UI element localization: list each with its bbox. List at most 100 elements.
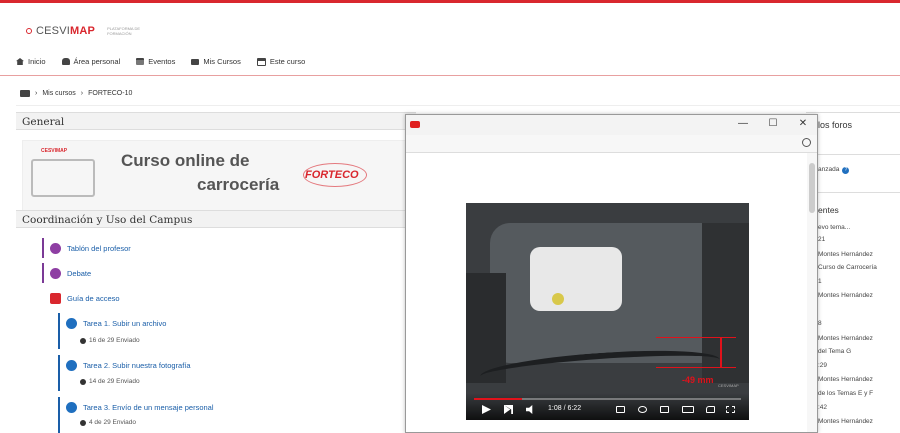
car-icon bbox=[61, 58, 70, 65]
maximize-button[interactable]: ☐ bbox=[766, 118, 780, 129]
info-icon bbox=[80, 378, 86, 385]
theater-mode-icon[interactable] bbox=[682, 406, 694, 413]
nav-item-eventos[interactable]: Eventos bbox=[136, 57, 175, 66]
activity-indent-bar bbox=[58, 313, 60, 349]
recent-entry: 1 bbox=[818, 278, 822, 285]
nav-item-inicio[interactable]: Inicio bbox=[16, 57, 46, 66]
minimize-button[interactable]: — bbox=[736, 118, 750, 129]
recent-entry: Montes Hernández bbox=[818, 335, 873, 342]
breadcrumb-course[interactable]: FORTECO-10 bbox=[88, 90, 132, 97]
nav-item-este-curso[interactable]: Este curso bbox=[256, 57, 306, 66]
folder-icon[interactable] bbox=[20, 90, 30, 97]
recent-entry: Montes Hernández bbox=[818, 251, 873, 258]
activity-link[interactable]: Tarea 2. Subir nuestra fotografía bbox=[83, 361, 191, 370]
popup-titlebar[interactable]: — ☐ ✕ bbox=[406, 115, 817, 135]
settings-icon[interactable] bbox=[638, 406, 647, 413]
recent-entry: :29 bbox=[818, 362, 828, 369]
banner-logo-frame bbox=[31, 159, 95, 197]
activity-debate[interactable]: Debate bbox=[50, 268, 91, 279]
video-player[interactable]: -49 mm CESVIMAP 1:08 / 6:22 bbox=[466, 203, 749, 420]
info-icon bbox=[80, 419, 86, 426]
activity-tablon[interactable]: Tablón del profesor bbox=[50, 243, 131, 254]
section-coordination-header: Coordinación y Uso del Campus bbox=[16, 210, 416, 228]
banner-title-line1: Curso online de bbox=[121, 151, 250, 170]
video-time: 1:08 / 6:22 bbox=[548, 405, 582, 412]
recent-entry: Montes Hernández bbox=[818, 376, 873, 383]
section-general-header: General bbox=[16, 112, 416, 130]
activity-tarea-3[interactable]: Tarea 3. Envío de un mensaje personal bbox=[66, 402, 214, 413]
nav-label: Área personal bbox=[73, 57, 121, 66]
video-frame-oil-cap bbox=[552, 293, 564, 305]
submission-status: 14 de 29 Enviado bbox=[80, 378, 140, 385]
nav-item-area-personal[interactable]: Área personal bbox=[61, 57, 121, 66]
search-icon[interactable] bbox=[802, 138, 811, 147]
youtube-icon bbox=[410, 121, 420, 128]
activity-tarea-1[interactable]: Tarea 1. Subir un archivo bbox=[66, 318, 166, 329]
logo-wordmark: CESVIMAP bbox=[36, 25, 96, 37]
sitemap-icon bbox=[256, 57, 266, 66]
activity-link[interactable]: Tarea 3. Envío de un mensaje personal bbox=[83, 403, 214, 412]
submission-status: 16 de 29 Enviado bbox=[80, 337, 140, 344]
activity-tarea-2[interactable]: Tarea 2. Subir nuestra fotografía bbox=[66, 360, 191, 371]
breadcrumb-mis-cursos[interactable]: Mis cursos bbox=[42, 90, 75, 97]
video-progress-bar[interactable] bbox=[474, 398, 741, 400]
nav-label: Este curso bbox=[269, 57, 306, 66]
banner-title-line2: carrocería bbox=[197, 175, 280, 194]
nav-label: Inicio bbox=[28, 57, 46, 66]
measure-arrow bbox=[720, 337, 722, 367]
recent-activity-header: entes bbox=[818, 205, 839, 215]
activity-guia[interactable]: Guía de acceso bbox=[50, 293, 120, 304]
recent-entry[interactable]: del Tema G bbox=[818, 348, 851, 355]
top-accent-bar bbox=[0, 0, 900, 3]
assignment-icon bbox=[66, 402, 77, 413]
scrollbar-thumb[interactable] bbox=[809, 163, 815, 213]
breadcrumb: › Mis cursos › FORTECO-10 bbox=[20, 90, 132, 97]
section-title: Coordinación y Uso del Campus bbox=[22, 214, 193, 226]
recent-entry[interactable]: de los Temas E y F bbox=[818, 390, 873, 397]
activity-indent-bar bbox=[42, 238, 44, 258]
breadcrumb-divider bbox=[16, 105, 900, 106]
submission-status: 4 de 29 Enviado bbox=[80, 419, 136, 426]
measurement-label: -49 mm bbox=[682, 375, 714, 385]
recent-entry[interactable]: evo tema... bbox=[818, 224, 850, 231]
measure-line-top bbox=[656, 337, 736, 338]
partner-logo: FORTECO bbox=[305, 169, 359, 181]
section-title: General bbox=[22, 116, 65, 128]
status-text: 14 de 29 Enviado bbox=[89, 378, 140, 385]
logo-mark-icon bbox=[26, 28, 32, 34]
forum-search-title: los foros bbox=[818, 120, 853, 130]
pdf-icon bbox=[50, 293, 61, 304]
video-watermark: CESVIMAP bbox=[718, 383, 739, 388]
miniplayer-icon[interactable] bbox=[660, 406, 669, 413]
fullscreen-icon[interactable] bbox=[726, 406, 735, 413]
nav-item-mis-cursos[interactable]: Mis Cursos bbox=[191, 57, 241, 66]
assignment-icon bbox=[66, 360, 77, 371]
status-text: 16 de 29 Enviado bbox=[89, 337, 140, 344]
cast-icon[interactable] bbox=[706, 406, 715, 413]
video-progress-fill bbox=[474, 398, 522, 400]
site-logo[interactable]: CESVIMAP Plataforma de Formación bbox=[26, 25, 145, 37]
recent-entry: 8 bbox=[818, 320, 822, 327]
nav-label: Eventos bbox=[148, 57, 176, 66]
forum-icon bbox=[50, 268, 61, 279]
activity-indent-bar bbox=[42, 263, 44, 283]
activity-link[interactable]: Guía de acceso bbox=[67, 294, 120, 303]
breadcrumb-sep: › bbox=[35, 90, 38, 97]
activity-link[interactable]: Debate bbox=[67, 269, 91, 278]
activity-link[interactable]: Tarea 1. Subir un archivo bbox=[83, 319, 166, 328]
recent-entry: Montes Hernández bbox=[818, 292, 873, 299]
activity-indent-bar bbox=[58, 355, 60, 391]
popup-address-bar[interactable] bbox=[406, 135, 817, 153]
calendar-icon bbox=[136, 58, 145, 65]
info-icon bbox=[80, 337, 86, 344]
status-text: 4 de 29 Enviado bbox=[89, 419, 136, 426]
measure-line-bottom bbox=[656, 367, 736, 368]
course-banner: CESVIMAP Curso online de carrocería FORT… bbox=[22, 140, 414, 212]
advanced-search-link[interactable]: anzada? bbox=[818, 166, 850, 174]
activity-link[interactable]: Tablón del profesor bbox=[67, 244, 131, 253]
close-button[interactable]: ✕ bbox=[796, 118, 810, 129]
help-icon[interactable]: ? bbox=[842, 167, 850, 174]
recent-entry: Montes Hernández bbox=[818, 418, 873, 425]
subtitles-icon[interactable] bbox=[616, 406, 625, 413]
recent-entry[interactable]: Curso de Carrocería bbox=[818, 264, 877, 271]
